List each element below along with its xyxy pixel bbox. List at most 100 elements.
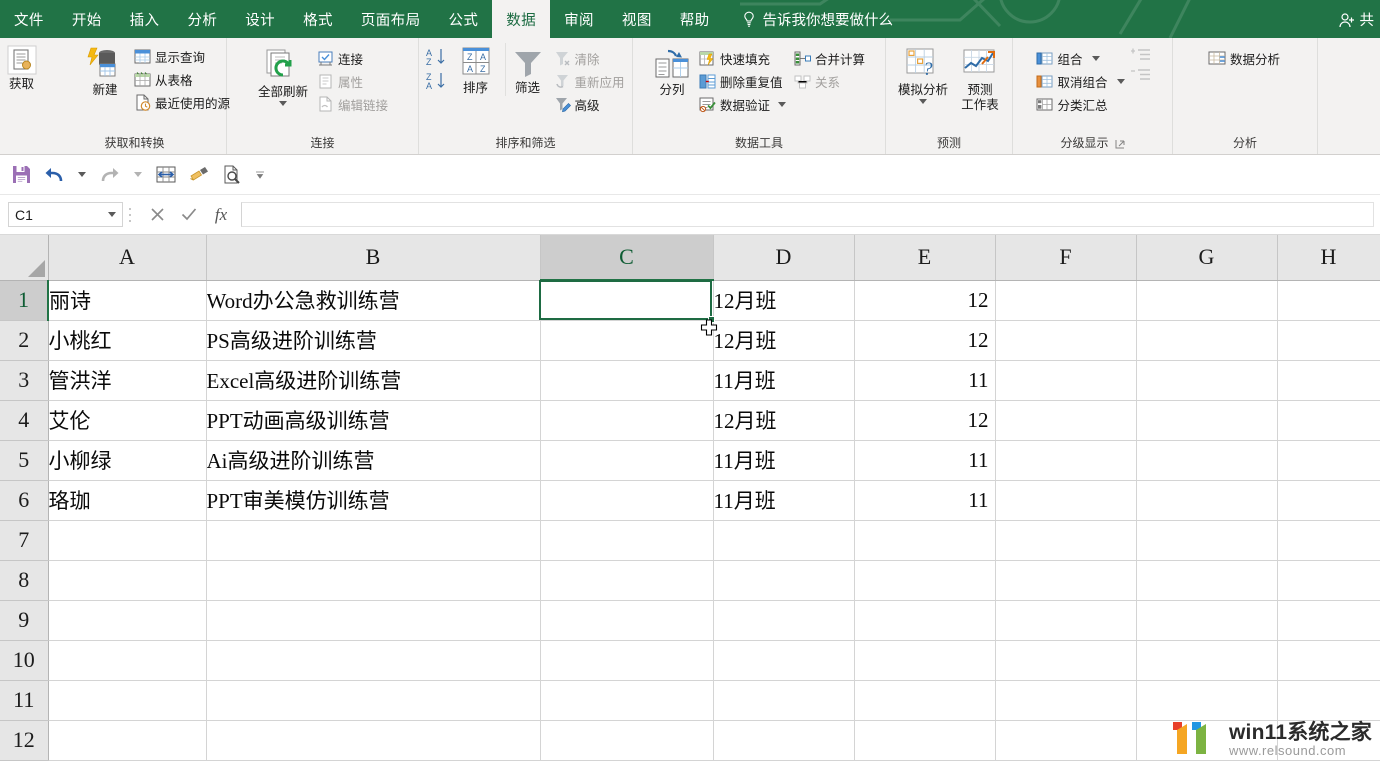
cell-c10[interactable] [540,640,713,680]
ribbon-tab-view[interactable]: 视图 [608,0,666,38]
cell-a7[interactable] [48,520,206,560]
column-header-c[interactable]: C [540,235,713,280]
cell-a2[interactable]: 小桃红 [48,320,206,360]
cell-b5[interactable]: Ai高级进阶训练营 [206,440,540,480]
formula-input[interactable] [241,202,1374,227]
cell-d4[interactable]: 12月班 [713,400,854,440]
forecast-sheet-button[interactable]: 预测 工作表 [955,43,1005,113]
tell-me-search[interactable]: 告诉我你想要做什么 [742,0,894,38]
cell-f7[interactable] [995,520,1136,560]
name-box[interactable]: C1 [8,202,123,227]
cell-a11[interactable] [48,680,206,720]
cell-c7[interactable] [540,520,713,560]
cell-d12[interactable] [713,720,854,760]
filter-button[interactable]: 筛选 [505,43,550,96]
cell-g12[interactable] [1136,720,1277,760]
cell-h8[interactable] [1277,560,1380,600]
cell-a5[interactable]: 小柳绿 [48,440,206,480]
cell-d8[interactable] [713,560,854,600]
cell-h5[interactable] [1277,440,1380,480]
row-header-11[interactable]: 11 [0,680,48,720]
sort-dialog-button[interactable]: Z A A Z 排序 [453,43,499,96]
confirm-edit-button[interactable] [173,202,205,228]
cell-e7[interactable] [854,520,995,560]
subtotal-button[interactable]: 分类汇总 [1034,93,1128,115]
print-preview-button[interactable] [217,160,247,190]
cell-a12[interactable] [48,720,206,760]
cell-e1[interactable]: 12 [854,280,995,320]
ribbon-tab-format[interactable]: 格式 [289,0,347,38]
ribbon-tab-review[interactable]: 审阅 [550,0,608,38]
cell-f9[interactable] [995,600,1136,640]
cell-a6[interactable]: 珞珈 [48,480,206,520]
consolidate-button[interactable]: 合并计算 [792,47,869,69]
select-all-corner[interactable] [0,235,48,280]
from-table-button[interactable]: 从表格 [132,68,234,90]
share-button[interactable]: 共 [1339,9,1375,30]
cell-c1[interactable] [540,280,713,320]
cell-h12[interactable] [1277,720,1380,760]
cell-g3[interactable] [1136,360,1277,400]
advanced-filter-button[interactable]: 高级 [552,93,629,115]
cell-h1[interactable] [1277,280,1380,320]
cell-f12[interactable] [995,720,1136,760]
row-header-4[interactable]: 4 [0,400,48,440]
cell-b12[interactable] [206,720,540,760]
cell-b11[interactable] [206,680,540,720]
chevron-down-icon[interactable] [1092,56,1100,61]
cell-h4[interactable] [1277,400,1380,440]
cell-f5[interactable] [995,440,1136,480]
cell-d11[interactable] [713,680,854,720]
cell-f11[interactable] [995,680,1136,720]
show-queries-button[interactable]: 显示查询 [132,45,234,67]
cell-c6[interactable] [540,480,713,520]
connections-button[interactable]: 连接 [315,47,392,69]
ribbon-tab-formulas[interactable]: 公式 [434,0,492,38]
ribbon-tab-page-layout[interactable]: 页面布局 [347,0,435,38]
cell-b8[interactable] [206,560,540,600]
column-header-e[interactable]: E [854,235,995,280]
cell-g9[interactable] [1136,600,1277,640]
cell-f3[interactable] [995,360,1136,400]
cell-a3[interactable]: 管洪洋 [48,360,206,400]
text-to-columns-button[interactable]: 分列 [649,43,695,98]
chevron-down-icon[interactable] [108,212,116,217]
cell-c9[interactable] [540,600,713,640]
cell-d1[interactable]: 12月班 [713,280,854,320]
data-validation-button[interactable]: 数据验证 [697,93,790,115]
redo-dropdown[interactable] [128,160,148,190]
sort-descending-icon[interactable]: Z A [426,71,448,91]
cell-a4[interactable]: 艾伦 [48,400,206,440]
cell-a1[interactable]: 丽诗 [48,280,206,320]
cell-h6[interactable] [1277,480,1380,520]
column-header-h[interactable]: H [1277,235,1380,280]
cell-c8[interactable] [540,560,713,600]
dialog-launcher-icon[interactable] [1115,139,1125,149]
cell-f8[interactable] [995,560,1136,600]
chevron-down-icon[interactable] [778,102,786,107]
row-header-9[interactable]: 9 [0,600,48,640]
cell-c2[interactable] [540,320,713,360]
cell-e3[interactable]: 11 [854,360,995,400]
ribbon-tab-home[interactable]: 开始 [58,0,116,38]
cell-h11[interactable] [1277,680,1380,720]
row-header-6[interactable]: 6 [0,480,48,520]
what-if-analysis-button[interactable]: ? 模拟分析 [893,43,953,104]
cell-b6[interactable]: PPT审美模仿训练营 [206,480,540,520]
cell-b7[interactable] [206,520,540,560]
cell-b10[interactable] [206,640,540,680]
cell-f2[interactable] [995,320,1136,360]
undo-button[interactable] [39,160,69,190]
cell-d5[interactable]: 11月班 [713,440,854,480]
cell-b9[interactable] [206,600,540,640]
ribbon-tab-data[interactable]: 数据 [492,0,550,38]
ribbon-tab-analyze[interactable]: 分析 [173,0,231,38]
cell-e6[interactable]: 11 [854,480,995,520]
cell-a8[interactable] [48,560,206,600]
cell-c11[interactable] [540,680,713,720]
save-button[interactable] [6,160,36,190]
row-header-1[interactable]: 1 [0,280,48,320]
cell-b3[interactable]: Excel高级进阶训练营 [206,360,540,400]
chevron-down-icon[interactable] [1117,79,1125,84]
cell-c12[interactable] [540,720,713,760]
